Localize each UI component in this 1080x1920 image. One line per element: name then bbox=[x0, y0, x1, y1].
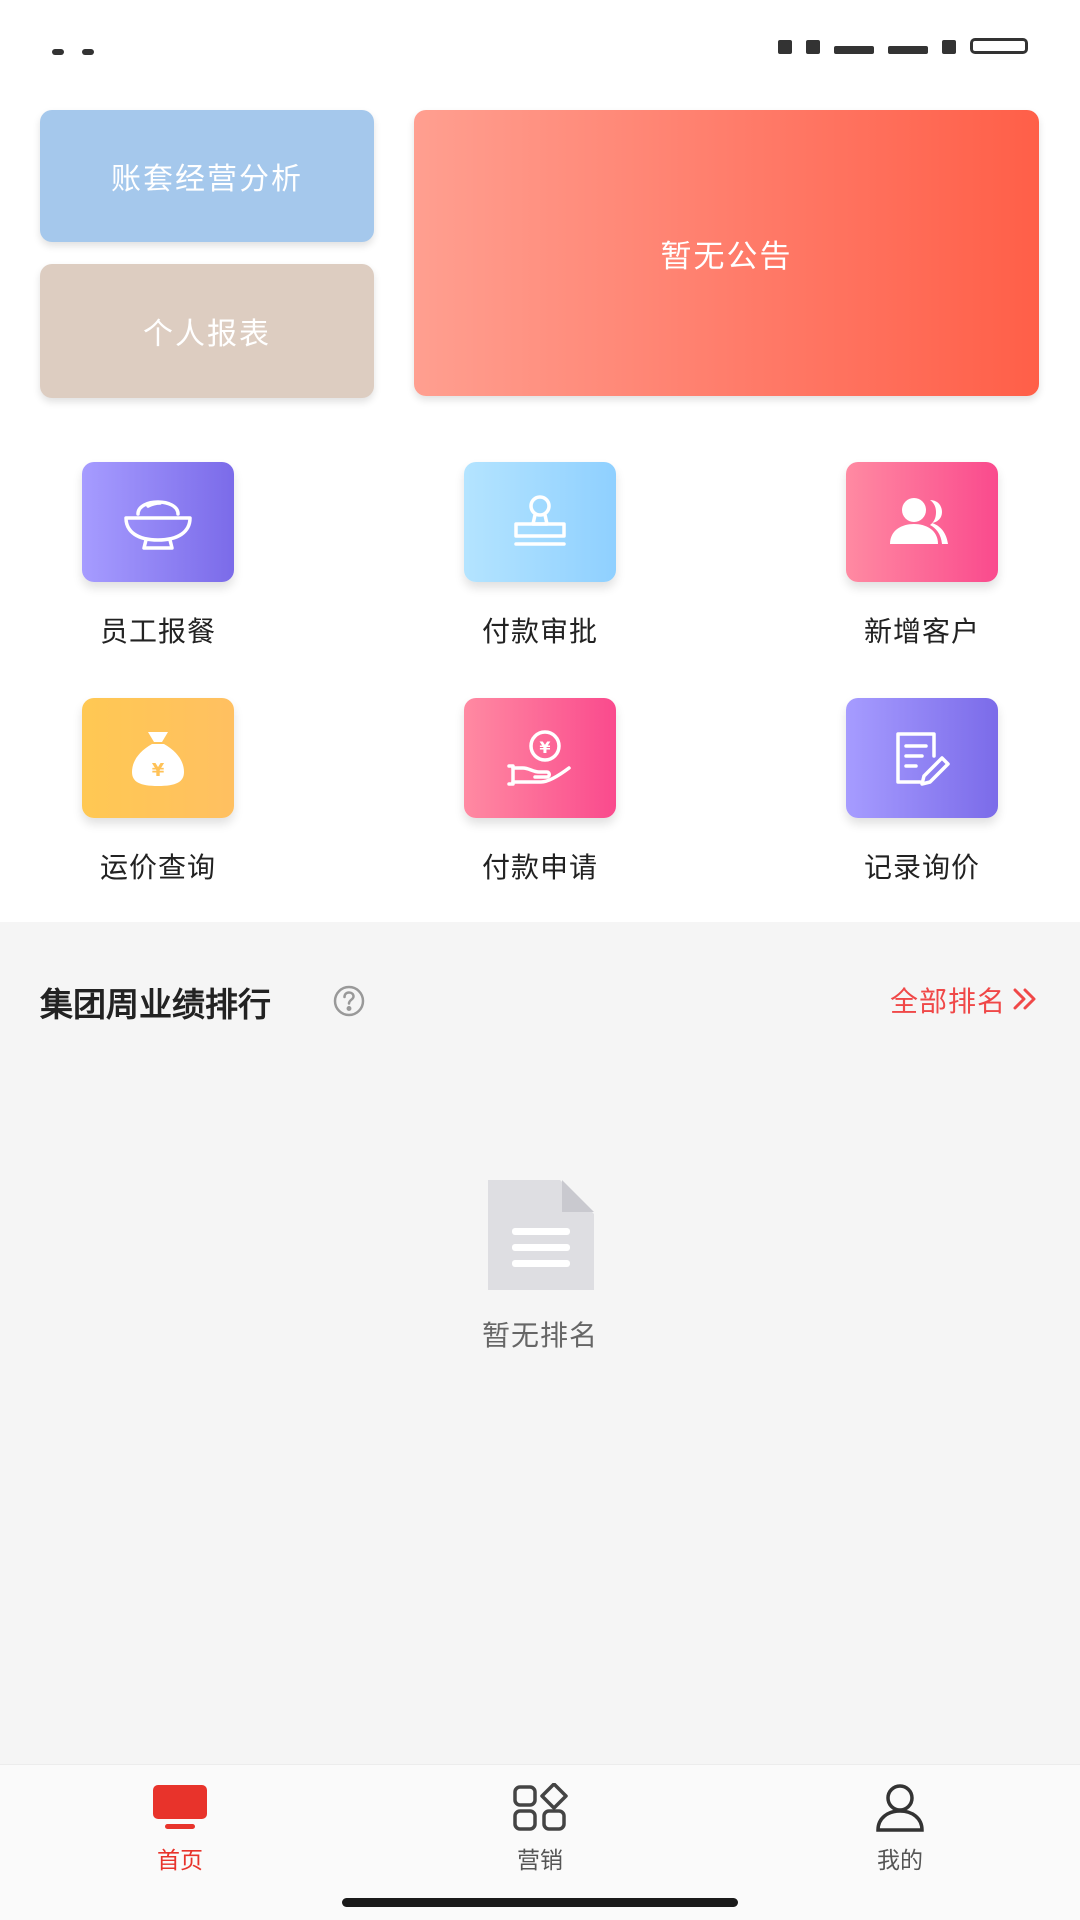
nav-item-marketing[interactable]: 营销 bbox=[440, 1765, 640, 1895]
view-all-ranking-link[interactable]: 全部排名 bbox=[890, 980, 1006, 1020]
signal-icon bbox=[834, 46, 874, 54]
grid-diamond-icon bbox=[513, 1783, 568, 1831]
grid-item-payment-approval[interactable]: 付款审批 bbox=[420, 462, 660, 662]
wifi-icon bbox=[942, 40, 956, 54]
vibrate-icon bbox=[778, 40, 792, 54]
grid-item-label: 记录询价 bbox=[863, 851, 980, 884]
stamp-icon bbox=[514, 495, 566, 546]
signal-icon bbox=[888, 46, 928, 54]
edit-note-icon bbox=[896, 732, 950, 786]
users-icon bbox=[890, 498, 948, 544]
empty-ranking-text: 暂无排名 bbox=[481, 1319, 598, 1352]
svg-text:¥: ¥ bbox=[152, 760, 165, 781]
alarm-icon bbox=[806, 40, 820, 54]
personal-report-label: 个人报表 bbox=[143, 317, 271, 352]
ledger-analysis-label: 账套经营分析 bbox=[111, 162, 303, 197]
hand-coin-icon: ¥ bbox=[507, 730, 571, 786]
nav-label: 营销 bbox=[517, 1848, 563, 1874]
battery-icon bbox=[970, 38, 1028, 54]
ledger-analysis-tile[interactable]: 账套经营分析 bbox=[40, 110, 374, 242]
ranking-title: 集团周业绩排行 bbox=[40, 985, 271, 1024]
double-chevron-right-icon[interactable] bbox=[1010, 984, 1040, 1014]
nav-item-mine[interactable]: 我的 bbox=[800, 1765, 1000, 1895]
grid-item-freight-query[interactable]: ¥ 运价查询 bbox=[38, 698, 278, 898]
status-icons bbox=[778, 34, 1028, 54]
user-icon bbox=[876, 1784, 924, 1832]
nav-label: 我的 bbox=[877, 1848, 923, 1874]
grid-item-record-inquiry[interactable]: 记录询价 bbox=[802, 698, 1042, 898]
grid-item-new-customer[interactable]: 新增客户 bbox=[802, 462, 1042, 662]
grid-item-label: 运价查询 bbox=[99, 851, 216, 884]
status-bar bbox=[0, 0, 1080, 60]
grid-item-label: 付款审批 bbox=[481, 615, 598, 648]
announcement-tile[interactable]: 暂无公告 bbox=[414, 110, 1039, 396]
grid-item-label: 员工报餐 bbox=[99, 615, 216, 648]
money-bag-icon: ¥ bbox=[132, 732, 184, 786]
help-icon[interactable] bbox=[332, 984, 366, 1018]
announcement-label: 暂无公告 bbox=[660, 238, 793, 275]
grid-item-label: 付款申请 bbox=[481, 851, 598, 884]
empty-document-icon bbox=[488, 1180, 594, 1290]
grid-item-payment-request[interactable]: ¥ 付款申请 bbox=[420, 698, 660, 898]
rice-bowl-icon bbox=[124, 500, 192, 550]
status-time bbox=[52, 40, 132, 55]
grid-item-meal-order[interactable]: 员工报餐 bbox=[38, 462, 278, 662]
home-tv-icon bbox=[153, 1785, 207, 1829]
nav-label: 首页 bbox=[157, 1848, 203, 1874]
personal-report-tile[interactable]: 个人报表 bbox=[40, 264, 374, 398]
weekly-ranking-section: 集团周业绩排行 全部排名 暂无排名 bbox=[0, 922, 1080, 1764]
svg-text:¥: ¥ bbox=[539, 738, 550, 757]
bottom-navigation: 首页 营销 我的 bbox=[0, 1764, 1080, 1920]
nav-item-home[interactable]: 首页 bbox=[80, 1765, 280, 1895]
grid-item-label: 新增客户 bbox=[863, 615, 980, 648]
home-indicator[interactable] bbox=[342, 1898, 738, 1907]
